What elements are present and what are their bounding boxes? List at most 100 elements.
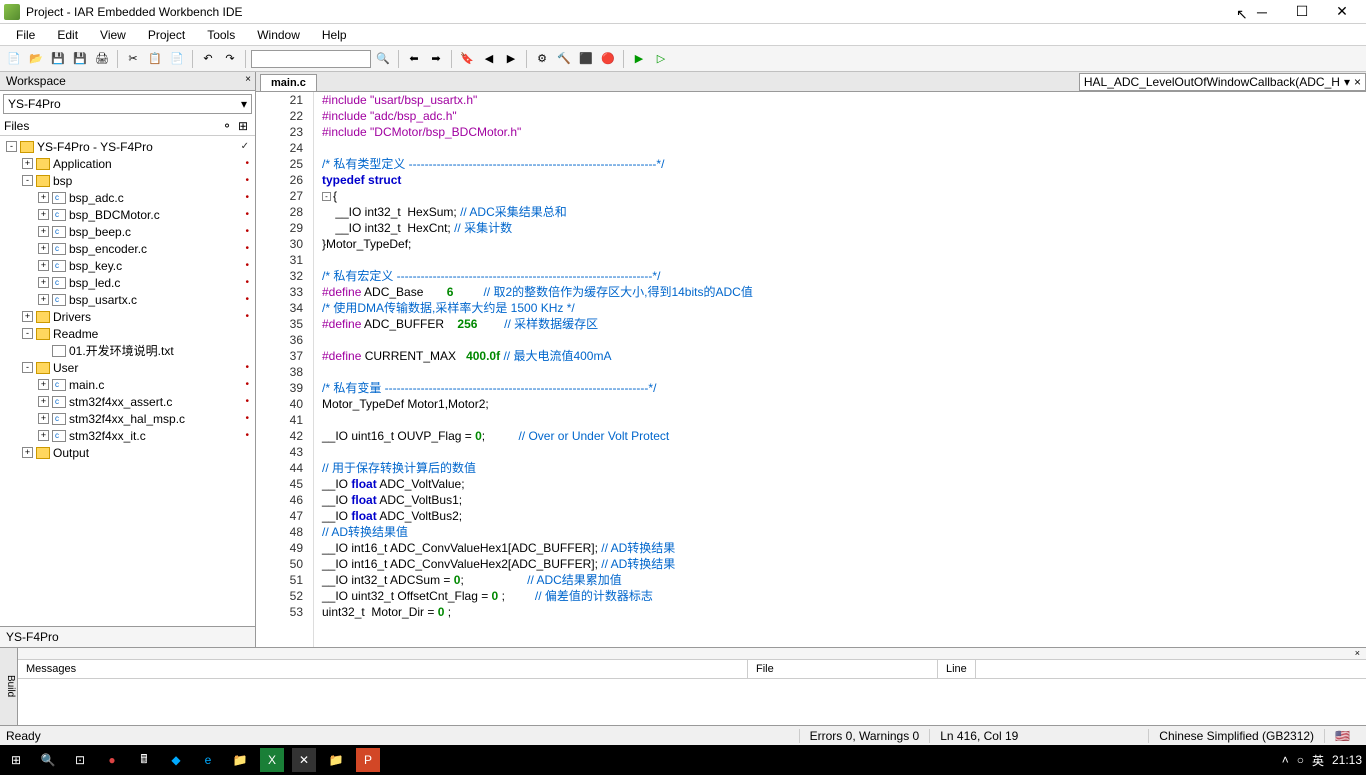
- expand-icon[interactable]: +: [38, 260, 49, 271]
- find-combo[interactable]: [251, 50, 371, 68]
- expand-icon[interactable]: +: [38, 379, 49, 390]
- open-button[interactable]: 📂: [26, 49, 46, 69]
- make-button[interactable]: 🔨: [554, 49, 574, 69]
- menu-edit[interactable]: Edit: [47, 26, 88, 44]
- tree-row[interactable]: -YS-F4Pro - YS-F4Pro✓: [0, 138, 255, 155]
- menu-file[interactable]: File: [6, 26, 45, 44]
- undo-button[interactable]: ↶: [198, 49, 218, 69]
- taskbar-iar[interactable]: ✕: [292, 748, 316, 772]
- find-button[interactable]: 🔍: [373, 49, 393, 69]
- tree-row[interactable]: 01.开发环境说明.txt: [0, 342, 255, 359]
- bookmark-next-button[interactable]: ▶: [501, 49, 521, 69]
- maximize-button[interactable]: ☐: [1282, 0, 1322, 24]
- tree-row[interactable]: -User•: [0, 359, 255, 376]
- tree-row[interactable]: +bsp_encoder.c•: [0, 240, 255, 257]
- toggle-bp-button[interactable]: 🔴: [598, 49, 618, 69]
- tree-row[interactable]: +Drivers•: [0, 308, 255, 325]
- expand-icon[interactable]: +: [38, 243, 49, 254]
- build-col-messages[interactable]: Messages: [18, 660, 748, 678]
- taskbar-ppt[interactable]: P: [356, 748, 380, 772]
- task-view-button[interactable]: ⊡: [68, 748, 92, 772]
- taskbar-app-2[interactable]: 🖩: [132, 748, 156, 772]
- tree-row[interactable]: +main.c•: [0, 376, 255, 393]
- file-tree[interactable]: -YS-F4Pro - YS-F4Pro✓+Application•-bsp•+…: [0, 136, 255, 626]
- expand-icon[interactable]: +: [22, 311, 33, 322]
- print-button[interactable]: 🖨: [92, 49, 112, 69]
- expand-icon[interactable]: -: [22, 175, 33, 186]
- expand-icon[interactable]: -: [22, 362, 33, 373]
- build-close-button[interactable]: ×: [18, 648, 1366, 660]
- ime-indicator[interactable]: 英: [1312, 752, 1324, 769]
- menu-view[interactable]: View: [90, 26, 136, 44]
- start-button[interactable]: ⊞: [4, 748, 28, 772]
- cut-button[interactable]: ✂: [123, 49, 143, 69]
- tree-row[interactable]: +Application•: [0, 155, 255, 172]
- stop-build-button[interactable]: ⬛: [576, 49, 596, 69]
- paste-button[interactable]: 📄: [167, 49, 187, 69]
- taskbar-app-3[interactable]: ◆: [164, 748, 188, 772]
- expand-icon[interactable]: +: [38, 396, 49, 407]
- tree-row[interactable]: +stm32f4xx_assert.c•: [0, 393, 255, 410]
- expand-icon[interactable]: -: [22, 328, 33, 339]
- build-col-line[interactable]: Line: [938, 660, 976, 678]
- tree-row[interactable]: -bsp•: [0, 172, 255, 189]
- redo-button[interactable]: ↷: [220, 49, 240, 69]
- code-editor[interactable]: 2122232425262728293031323334353637383940…: [256, 92, 1366, 647]
- debug-no-dl-button[interactable]: ▷: [651, 49, 671, 69]
- expand-icon[interactable]: +: [38, 413, 49, 424]
- tree-row[interactable]: +stm32f4xx_hal_msp.c•: [0, 410, 255, 427]
- expand-icon[interactable]: +: [38, 294, 49, 305]
- expand-icon[interactable]: +: [22, 447, 33, 458]
- expand-icon[interactable]: +: [38, 277, 49, 288]
- expand-icon[interactable]: +: [38, 192, 49, 203]
- nav-back-button[interactable]: ⬅: [404, 49, 424, 69]
- expand-icon[interactable]: +: [38, 430, 49, 441]
- search-button[interactable]: 🔍: [36, 748, 60, 772]
- workspace-bottom-tab[interactable]: YS-F4Pro: [0, 626, 255, 647]
- copy-button[interactable]: 📋: [145, 49, 165, 69]
- build-col-file[interactable]: File: [748, 660, 938, 678]
- expand-icon[interactable]: -: [6, 141, 17, 152]
- function-combo[interactable]: HAL_ADC_LevelOutOfWindowCallback(ADC_H ▾…: [1079, 73, 1366, 91]
- tray-chevron-icon[interactable]: ˄: [1282, 753, 1289, 767]
- tree-row[interactable]: +bsp_usartx.c•: [0, 291, 255, 308]
- close-icon[interactable]: ×: [1354, 75, 1361, 89]
- save-button[interactable]: 💾: [48, 49, 68, 69]
- tree-row[interactable]: +bsp_adc.c•: [0, 189, 255, 206]
- tree-row[interactable]: +bsp_beep.c•: [0, 223, 255, 240]
- taskbar-app-4[interactable]: X: [260, 748, 284, 772]
- code-content[interactable]: #include "usart/bsp_usartx.h"#include "a…: [314, 92, 1366, 647]
- tree-row[interactable]: +bsp_BDCMotor.c•: [0, 206, 255, 223]
- compile-button[interactable]: ⚙: [532, 49, 552, 69]
- config-combo[interactable]: YS-F4Pro▾: [3, 94, 252, 114]
- tree-row[interactable]: +bsp_key.c•: [0, 257, 255, 274]
- taskbar-app-5[interactable]: 📁: [324, 748, 348, 772]
- save-all-button[interactable]: 💾: [70, 49, 90, 69]
- close-button[interactable]: ✕: [1322, 0, 1362, 24]
- bookmark-prev-button[interactable]: ◀: [479, 49, 499, 69]
- taskbar-edge[interactable]: e: [196, 748, 220, 772]
- menu-tools[interactable]: Tools: [197, 26, 245, 44]
- tree-row[interactable]: -Readme: [0, 325, 255, 342]
- debug-button[interactable]: ▶: [629, 49, 649, 69]
- workspace-close-button[interactable]: ×: [245, 74, 251, 85]
- nav-fwd-button[interactable]: ➡: [426, 49, 446, 69]
- new-button[interactable]: 📄: [4, 49, 24, 69]
- taskbar-app-1[interactable]: ●: [100, 748, 124, 772]
- menu-help[interactable]: Help: [312, 26, 357, 44]
- tree-row[interactable]: +Output: [0, 444, 255, 461]
- menu-window[interactable]: Window: [247, 26, 310, 44]
- editor-tab-main[interactable]: main.c: [260, 74, 317, 91]
- expand-icon[interactable]: +: [38, 209, 49, 220]
- clock[interactable]: 21:13: [1332, 753, 1362, 767]
- system-tray[interactable]: ˄ ○ 英 21:13: [1282, 752, 1362, 769]
- build-side-tab[interactable]: Build: [0, 648, 18, 725]
- menu-project[interactable]: Project: [138, 26, 195, 44]
- tree-row[interactable]: +stm32f4xx_it.c•: [0, 427, 255, 444]
- tree-row[interactable]: +bsp_led.c•: [0, 274, 255, 291]
- bookmark-toggle-button[interactable]: 🔖: [457, 49, 477, 69]
- taskbar-explorer[interactable]: 📁: [228, 748, 252, 772]
- expand-icon[interactable]: +: [22, 158, 33, 169]
- minimize-button[interactable]: ─: [1242, 0, 1282, 24]
- expand-icon[interactable]: +: [38, 226, 49, 237]
